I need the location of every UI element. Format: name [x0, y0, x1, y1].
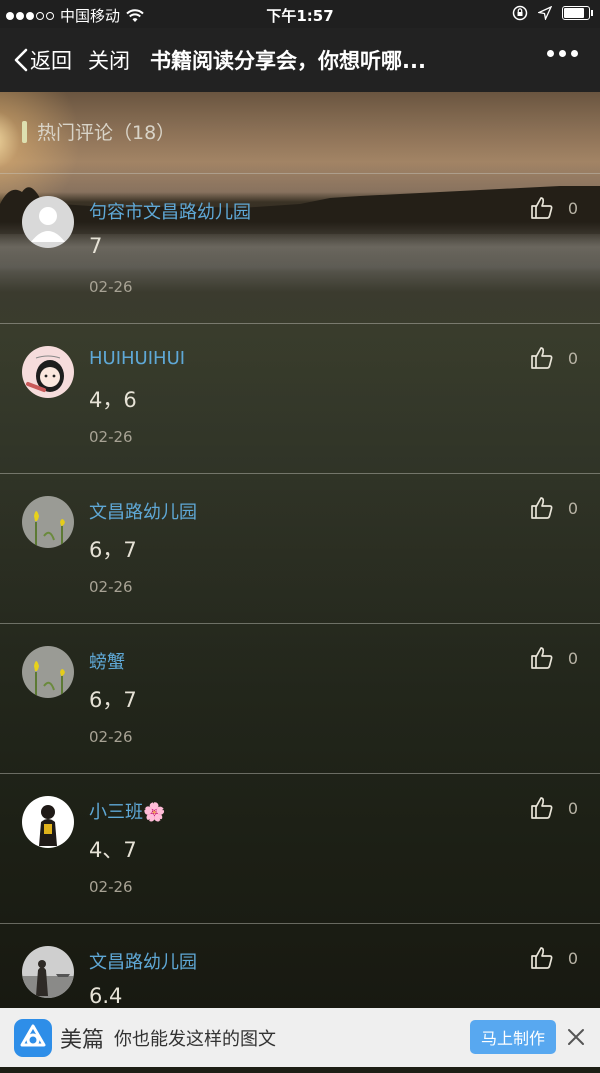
like-button[interactable]: 0 — [530, 496, 578, 520]
comment-date: 02-26 — [89, 278, 133, 296]
comment-username[interactable]: 文昌路幼儿园 — [89, 948, 197, 974]
more-options-button[interactable] — [547, 50, 578, 57]
comment-text: 4，6 — [89, 388, 137, 412]
avatar[interactable] — [22, 196, 74, 248]
back-label: 返回 — [30, 49, 72, 73]
like-count: 0 — [567, 348, 578, 368]
hot-comments-title: 热门评论（18） — [37, 122, 176, 144]
thumbs-up-icon — [530, 197, 553, 219]
thumbs-up-icon — [530, 497, 553, 519]
comment-item: 句容市文昌路幼儿园 7 02-26 0 — [0, 173, 600, 323]
like-count: 0 — [567, 948, 578, 968]
back-button[interactable]: 返回 — [14, 45, 72, 75]
battery-fill — [564, 8, 584, 18]
avatar[interactable] — [22, 346, 74, 398]
like-count: 0 — [567, 798, 578, 818]
status-bar: 中国移动 下午1:57 — [0, 0, 600, 28]
comment-username[interactable]: HUIHUIHUI — [89, 348, 185, 369]
comment-text: 7 — [89, 234, 103, 258]
avatar[interactable] — [22, 646, 74, 698]
default-user-icon — [22, 196, 74, 248]
thumbs-up-icon — [530, 947, 553, 969]
comment-item: 小三班🌸 4、7 02-26 0 — [0, 773, 600, 923]
meipian-logo-glyph — [20, 1024, 46, 1046]
tulip-icon — [22, 496, 74, 548]
thumbs-up-icon — [530, 797, 553, 819]
like-button[interactable]: 0 — [530, 646, 578, 670]
section-accent-bar — [22, 120, 27, 143]
comment-text: 4、7 — [89, 838, 137, 862]
thumbs-up-icon — [530, 347, 553, 369]
comment-list: 句容市文昌路幼儿园 7 02-26 0 HUIHUIHUI 4，6 02-26 — [0, 173, 600, 1073]
like-count: 0 — [567, 198, 578, 218]
navigation-bar: 返回 关闭 书籍阅读分享会，你想听哪... — [0, 28, 600, 92]
location-arrow-icon — [538, 6, 552, 20]
comment-text: 6，7 — [89, 538, 137, 562]
comment-username[interactable]: 文昌路幼儿园 — [89, 498, 197, 524]
comment-username[interactable]: 小三班🌸 — [89, 798, 165, 824]
brand-name: 美篇 — [60, 1027, 105, 1053]
figure-avatar-icon — [22, 796, 74, 848]
tulip-icon — [22, 646, 74, 698]
comment-text: 6，7 — [89, 688, 137, 712]
comment-date: 02-26 — [89, 578, 133, 596]
avatar[interactable] — [22, 496, 74, 548]
comment-item: 螃蟹 6，7 02-26 0 — [0, 623, 600, 773]
page-title: 书籍阅读分享会，你想听哪... — [150, 49, 426, 73]
comment-item: HUIHUIHUI 4，6 02-26 0 — [0, 323, 600, 473]
rotation-lock-icon — [512, 5, 528, 21]
status-right — [512, 5, 593, 21]
banner-slogan: 你也能发这样的图文 — [114, 1028, 277, 1050]
comment-item: 文昌路幼儿园 6，7 02-26 0 — [0, 473, 600, 623]
avatar[interactable] — [22, 796, 74, 848]
like-count: 0 — [567, 498, 578, 518]
landscape-avatar-icon — [22, 946, 74, 998]
like-count: 0 — [567, 648, 578, 668]
battery-icon — [562, 6, 593, 20]
close-button[interactable]: 关闭 — [88, 45, 130, 75]
status-time: 下午1:57 — [266, 7, 334, 25]
like-button[interactable]: 0 — [530, 346, 578, 370]
meipian-logo-icon — [14, 1018, 52, 1057]
cartoon-girl-icon — [22, 346, 74, 398]
make-now-button[interactable]: 马上制作 — [470, 1020, 556, 1054]
thumbs-up-icon — [530, 647, 553, 669]
comment-date: 02-26 — [89, 428, 133, 446]
comment-date: 02-26 — [89, 878, 133, 896]
avatar[interactable] — [22, 946, 74, 998]
comment-username[interactable]: 句容市文昌路幼儿园 — [89, 198, 251, 224]
hot-comments-header: 热门评论（18） — [22, 118, 175, 145]
comment-date: 02-26 — [89, 728, 133, 746]
like-button[interactable]: 0 — [530, 196, 578, 220]
more-dot-icon — [571, 50, 578, 57]
more-dot-icon — [547, 50, 554, 57]
more-dot-icon — [559, 50, 566, 57]
close-icon[interactable] — [566, 1027, 586, 1047]
comment-text: 6.4 — [89, 984, 123, 1008]
chevron-left-icon — [14, 48, 28, 72]
like-button[interactable]: 0 — [530, 796, 578, 820]
app-promo-banner: 美篇 你也能发这样的图文 马上制作 — [0, 1008, 600, 1067]
comment-username[interactable]: 螃蟹 — [89, 648, 125, 674]
like-button[interactable]: 0 — [530, 946, 578, 970]
